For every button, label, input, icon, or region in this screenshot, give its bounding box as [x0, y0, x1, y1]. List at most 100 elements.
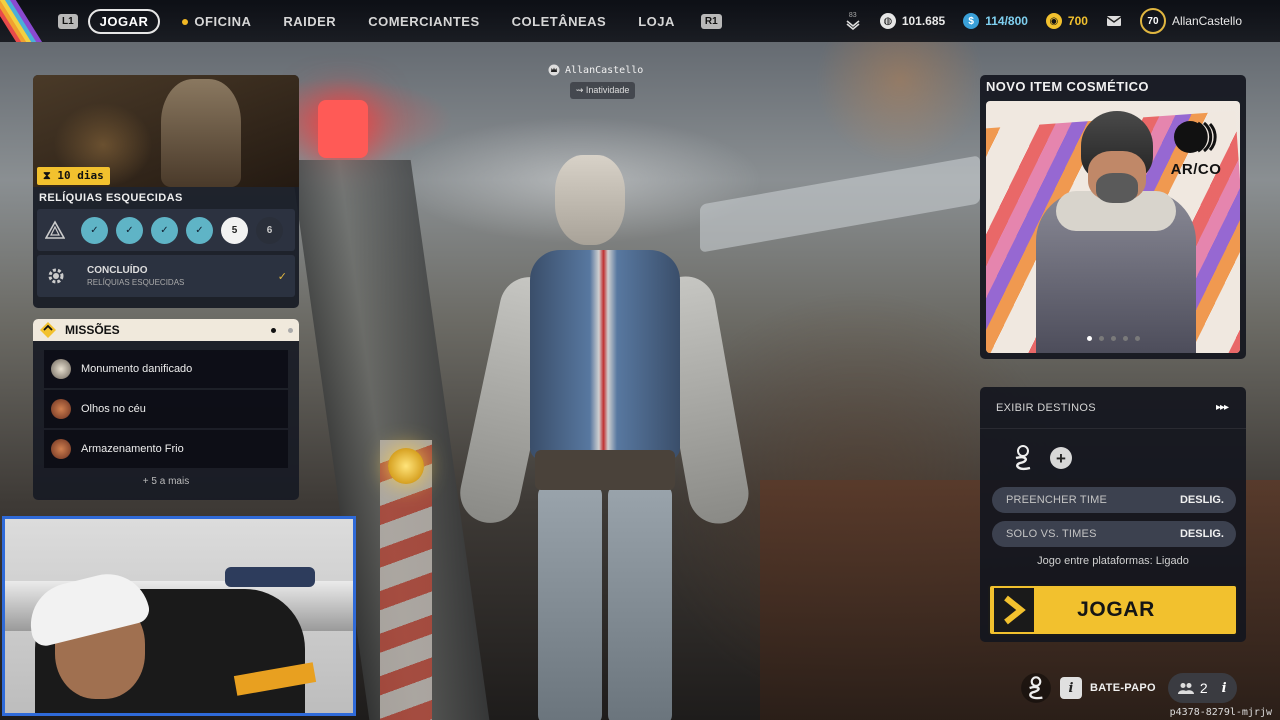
info-icon[interactable]: i [1060, 677, 1082, 699]
main-nav: L1 JOGAR OFICINA RAIDER COMERCIANTES COL… [48, 0, 732, 42]
coins-stat[interactable]: ◍ 101.685 [879, 13, 945, 29]
brand-block: AR/CO [1160, 117, 1232, 178]
currency-bar: 83 ◍ 101.685 $ 114/800 ◉ 700 70 AllanCas… [846, 0, 1280, 42]
mission-item[interactable]: Olhos no céu [44, 390, 288, 428]
carousel-dots [986, 336, 1240, 341]
play-button-label: JOGAR [1077, 598, 1155, 621]
capacity-stat[interactable]: $ 114/800 [963, 13, 1028, 29]
progress-step-5: 5 [221, 216, 248, 244]
key-hint-l1: L1 [58, 13, 78, 29]
invite-plus-button[interactable]: + [1050, 447, 1072, 469]
mission-giver-icon [51, 399, 71, 419]
status-badge: ⇝ Inatividade [569, 82, 636, 99]
fill-team-label: PREENCHER TIME [1006, 494, 1107, 506]
info-icon[interactable]: i [1222, 681, 1227, 696]
progress-step-3: ✓ [151, 216, 178, 244]
arco-logo-icon [1174, 121, 1217, 153]
gear-icon [48, 268, 64, 284]
crown-icon [548, 64, 560, 76]
premium-stat[interactable]: ◉ 700 [1045, 13, 1088, 29]
missions-icon [40, 322, 56, 338]
premium-value: 700 [1067, 14, 1088, 28]
new-cosmetic-panel[interactable]: NOVO ITEM COSMÉTICO AR/CO [980, 75, 1246, 359]
player-character [454, 155, 754, 720]
page-dot[interactable] [288, 327, 293, 333]
player-emblem-icon[interactable] [1020, 672, 1052, 704]
nav-tab-comerciantes[interactable]: COMERCIANTES [352, 14, 495, 29]
mail-icon [1106, 16, 1122, 26]
warning-triangle-icon [45, 220, 65, 239]
play-chevron-icon [994, 588, 1034, 632]
solo-vs-teams-value: DESLIG. [1179, 528, 1224, 540]
key-hint-r1: R1 [700, 13, 722, 29]
more-missions-link[interactable]: + 5 a mais [33, 476, 299, 487]
progress-step-1: ✓ [81, 216, 108, 244]
carousel-dot[interactable] [1110, 336, 1116, 341]
progress-step-2: ✓ [116, 216, 143, 244]
completed-title: CONCLUÍDO [87, 265, 148, 276]
cosmetic-card[interactable]: AR/CO [986, 101, 1240, 353]
brand-stripes [0, 0, 44, 42]
nav-tab-loja[interactable]: LOJA [622, 14, 691, 29]
carousel-dot[interactable] [1134, 336, 1140, 341]
fill-team-toggle[interactable]: PREENCHER TIME DESLIG. [992, 487, 1236, 513]
event-timer-badge: ⧗ 10 dias [37, 167, 110, 185]
destinations-label: EXIBIR DESTINOS [996, 401, 1096, 414]
check-icon: ✓ [277, 270, 287, 283]
player-name-row: AllanCastello [548, 64, 643, 76]
show-destinations-button[interactable]: EXIBIR DESTINOS ▸▸▸ [980, 387, 1246, 429]
username: AllanCastello [1171, 14, 1242, 28]
mission-item[interactable]: Armazenamento Frio [44, 430, 288, 468]
event-figure [161, 79, 241, 187]
mission-label: Monumento danificado [81, 363, 193, 375]
triple-arrow-icon: ▸▸▸ [1215, 402, 1229, 413]
play-button[interactable]: JOGAR [988, 584, 1238, 636]
player-nameplate: AllanCastello ⇝ Inatividade [548, 64, 643, 99]
page-dot-active[interactable] [271, 327, 276, 333]
event-progress: ✓ ✓ ✓ ✓ 5 6 [37, 209, 295, 251]
scene-lamp [388, 448, 424, 484]
status-text: Inatividade [585, 85, 630, 95]
nav-tab-raider[interactable]: RAIDER [267, 14, 352, 29]
nav-tab-coletaneas[interactable]: COLETÂNEAS [496, 14, 623, 29]
mission-item[interactable]: Monumento danificado [44, 350, 288, 388]
friends-button[interactable]: 2 i [1167, 673, 1237, 703]
carousel-dot[interactable] [1122, 336, 1128, 341]
event-banner-image: ⧗ 10 dias [33, 75, 299, 187]
progress-step-6: 6 [256, 216, 283, 244]
token-icon: $ [963, 13, 980, 29]
rank-indicator: 83 [846, 12, 860, 30]
carousel-dot[interactable] [1098, 336, 1104, 341]
chat-button[interactable]: BATE-PAPO [1090, 682, 1156, 694]
session-code: p4378-8279l-mjrjw [1169, 707, 1272, 718]
event-title: RELÍQUIAS ESQUECIDAS [39, 192, 183, 204]
crossplay-status: Jogo entre plataformas: Ligado [1037, 555, 1189, 567]
scene-red-light [318, 100, 368, 158]
squad-row: + [980, 429, 1246, 487]
nav-tab-oficina[interactable]: OFICINA [166, 14, 267, 29]
premium-coin-icon: ◉ [1045, 13, 1062, 29]
event-completed-row[interactable]: CONCLUÍDO RELÍQUIAS ESQUECIDAS ✓ [37, 255, 295, 297]
carousel-dot[interactable] [1086, 336, 1092, 341]
coin-icon: ◍ [879, 13, 896, 29]
event-timer: 10 dias [57, 169, 104, 182]
completed-subtitle: RELÍQUIAS ESQUECIDAS [87, 278, 185, 287]
inbox-button[interactable] [1106, 15, 1122, 27]
player-emblem-icon [1015, 445, 1031, 470]
solo-vs-teams-label: SOLO VS. TIMES [1006, 528, 1097, 540]
fill-team-value: DESLIG. [1179, 494, 1224, 506]
solo-vs-teams-toggle[interactable]: SOLO VS. TIMES DESLIG. [992, 521, 1236, 547]
profile-button[interactable]: 70 AllanCastello [1139, 8, 1242, 34]
capacity-value: 114/800 [985, 14, 1028, 28]
social-bar: i BATE-PAPO 2 i [1020, 670, 1237, 706]
top-nav-bar: L1 JOGAR OFICINA RAIDER COMERCIANTES COL… [0, 0, 1280, 42]
level-badge: 70 [1139, 8, 1166, 34]
inactive-icon: ⇝ [575, 85, 586, 95]
player-name: AllanCastello [565, 64, 644, 76]
missions-panel[interactable]: MISSÕES Monumento danificado Olhos no cé… [33, 319, 299, 500]
event-panel[interactable]: ⧗ 10 dias RELÍQUIAS ESQUECIDAS ✓ ✓ ✓ ✓ 5… [33, 75, 299, 308]
mission-giver-icon [51, 359, 71, 379]
nav-tab-jogar[interactable]: JOGAR [87, 8, 161, 34]
rank-chevron-icon [846, 20, 860, 30]
notification-dot [182, 19, 189, 26]
